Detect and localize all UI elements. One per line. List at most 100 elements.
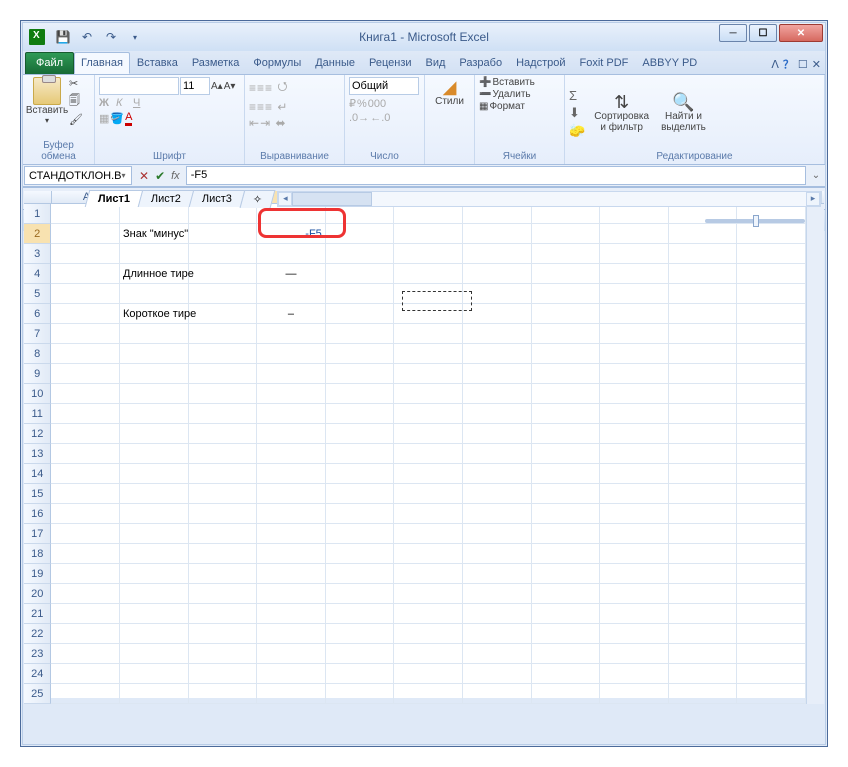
cell-E3[interactable]	[326, 244, 395, 264]
clear-icon[interactable]: 🧽	[569, 123, 585, 139]
tab-page-layout[interactable]: Разметка	[185, 52, 247, 74]
cell-G17[interactable]	[463, 524, 532, 544]
bold-icon[interactable]: Ж	[99, 97, 115, 109]
name-box[interactable]: СТАНДОТКЛОН.В▾	[24, 166, 132, 185]
cell-B25[interactable]	[120, 684, 189, 704]
cell-C15[interactable]	[189, 484, 258, 504]
cell-B21[interactable]	[120, 604, 189, 624]
cell-A21[interactable]	[51, 604, 120, 624]
cell-H14[interactable]	[532, 464, 601, 484]
cell-I15[interactable]	[600, 484, 669, 504]
cell-G23[interactable]	[463, 644, 532, 664]
cell-F6[interactable]	[394, 304, 463, 324]
cell-H24[interactable]	[532, 664, 601, 684]
cell-G24[interactable]	[463, 664, 532, 684]
cut-icon[interactable]: ✂	[69, 77, 83, 90]
grid-body[interactable]: 12Знак "минус"-F534Длинное тире—56Коротк…	[24, 204, 806, 704]
cell-E21[interactable]	[326, 604, 395, 624]
cell-G21[interactable]	[463, 604, 532, 624]
cell-I22[interactable]	[600, 624, 669, 644]
tab-foxit[interactable]: Foxit PDF	[573, 52, 636, 74]
cell-D7[interactable]	[257, 324, 326, 344]
cell-J7[interactable]	[669, 324, 738, 344]
cell-E1[interactable]	[326, 204, 395, 224]
cell-J2[interactable]	[669, 224, 738, 244]
cell-J6[interactable]	[669, 304, 738, 324]
cell-I5[interactable]	[600, 284, 669, 304]
cell-J13[interactable]	[669, 444, 738, 464]
cell-E7[interactable]	[326, 324, 395, 344]
cell-C2[interactable]	[189, 224, 258, 244]
row-header[interactable]: 15	[24, 484, 51, 504]
orientation-icon[interactable]: ⭯	[277, 77, 287, 98]
decrease-decimal-icon[interactable]: ←.0	[370, 112, 390, 124]
cell-D13[interactable]	[257, 444, 326, 464]
cell-C11[interactable]	[189, 404, 258, 424]
undo-icon[interactable]: ↶	[76, 26, 98, 48]
cell-B2[interactable]: Знак "минус"	[120, 224, 189, 244]
cell-A9[interactable]	[51, 364, 120, 384]
cell-E5[interactable]	[326, 284, 395, 304]
cell-J5[interactable]	[669, 284, 738, 304]
cell-A2[interactable]	[51, 224, 120, 244]
close-button[interactable]: ✕	[779, 24, 823, 42]
align-right-icon[interactable]: ≡	[265, 100, 272, 114]
cell-H1[interactable]	[532, 204, 601, 224]
percent-icon[interactable]: %	[357, 98, 367, 110]
cell-B19[interactable]	[120, 564, 189, 584]
cell-A23[interactable]	[51, 644, 120, 664]
cell-E4[interactable]	[326, 264, 395, 284]
cell-F1[interactable]	[394, 204, 463, 224]
cell-B23[interactable]	[120, 644, 189, 664]
cell-H10[interactable]	[532, 384, 601, 404]
cell-B22[interactable]	[120, 624, 189, 644]
cell-G3[interactable]	[463, 244, 532, 264]
cell-B10[interactable]	[120, 384, 189, 404]
cell-H13[interactable]	[532, 444, 601, 464]
cell-G7[interactable]	[463, 324, 532, 344]
cell-D18[interactable]	[257, 544, 326, 564]
sheet-tab-3[interactable]: Лист3	[189, 190, 246, 207]
cell-D22[interactable]	[257, 624, 326, 644]
cell-B3[interactable]	[120, 244, 189, 264]
cell-H23[interactable]	[532, 644, 601, 664]
row-header[interactable]: 16	[24, 504, 51, 524]
row-header[interactable]: 14	[24, 464, 51, 484]
cell-C16[interactable]	[189, 504, 258, 524]
cell-G19[interactable]	[463, 564, 532, 584]
wrap-text-icon[interactable]: ↵	[277, 100, 287, 114]
zoom-slider[interactable]	[705, 219, 805, 223]
cell-K11[interactable]	[737, 404, 806, 424]
cell-E10[interactable]	[326, 384, 395, 404]
shrink-font-icon[interactable]: A▾	[224, 81, 236, 92]
doc-restore-icon[interactable]: ☐	[798, 58, 808, 71]
cell-F15[interactable]	[394, 484, 463, 504]
hscroll-right-icon[interactable]: ▸	[806, 192, 820, 206]
cell-K19[interactable]	[737, 564, 806, 584]
italic-icon[interactable]: К	[116, 97, 132, 109]
cell-F14[interactable]	[394, 464, 463, 484]
cell-J12[interactable]	[669, 424, 738, 444]
cell-I11[interactable]	[600, 404, 669, 424]
cells-insert[interactable]: ➕Вставить	[479, 77, 535, 88]
cell-A1[interactable]	[51, 204, 120, 224]
cell-B8[interactable]	[120, 344, 189, 364]
cell-F21[interactable]	[394, 604, 463, 624]
cell-I16[interactable]	[600, 504, 669, 524]
cell-F4[interactable]	[394, 264, 463, 284]
tab-developer[interactable]: Разрабо	[452, 52, 509, 74]
cell-I14[interactable]	[600, 464, 669, 484]
cell-B12[interactable]	[120, 424, 189, 444]
cell-D4[interactable]: —	[257, 264, 326, 284]
cell-D11[interactable]	[257, 404, 326, 424]
cell-C5[interactable]	[189, 284, 258, 304]
cell-K20[interactable]	[737, 584, 806, 604]
cell-J19[interactable]	[669, 564, 738, 584]
row-header[interactable]: 9	[24, 364, 51, 384]
cell-I1[interactable]	[600, 204, 669, 224]
align-middle-icon[interactable]: ≡	[257, 81, 264, 95]
cell-G22[interactable]	[463, 624, 532, 644]
doc-close-icon[interactable]: ✕	[812, 58, 821, 71]
cell-G25[interactable]	[463, 684, 532, 704]
cell-D12[interactable]	[257, 424, 326, 444]
